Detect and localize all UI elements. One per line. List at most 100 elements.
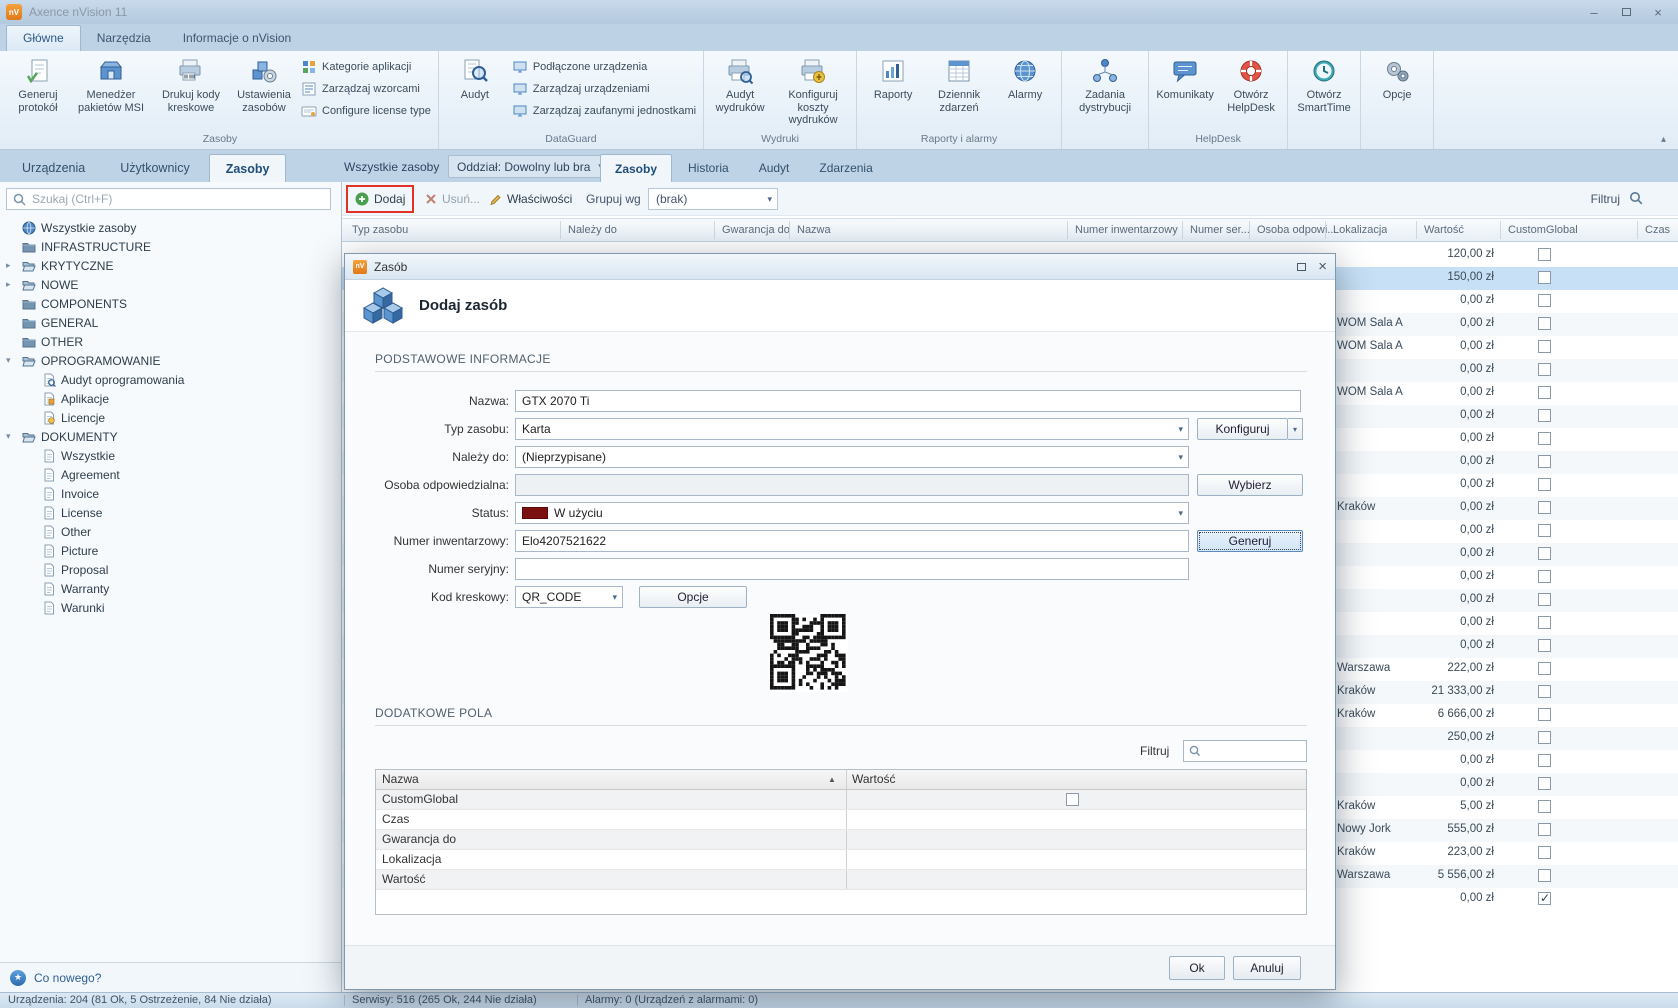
custom-global-value-checkbox[interactable] bbox=[1066, 793, 1079, 806]
custom-global-checkbox[interactable] bbox=[1538, 639, 1551, 652]
custom-global-checkbox[interactable] bbox=[1538, 317, 1551, 330]
custom-global-checkbox[interactable] bbox=[1538, 386, 1551, 399]
column-divider[interactable] bbox=[1637, 221, 1638, 239]
ribbon-button-zadania-dystrybucji[interactable]: Zadania dystrybucji bbox=[1065, 53, 1145, 118]
ribbon-button-generuj-protokol[interactable]: Generuj protokół bbox=[5, 53, 71, 118]
custom-global-checkbox[interactable] bbox=[1538, 777, 1551, 790]
column-divider[interactable] bbox=[789, 221, 790, 239]
column-header-wartosc[interactable]: Wartość bbox=[1424, 224, 1464, 236]
ribbon-button-otworz-smarttime[interactable]: Otwórz SmartTime bbox=[1291, 53, 1357, 118]
wybierz-button[interactable]: Wybierz bbox=[1197, 474, 1303, 496]
all-assets-button[interactable]: Wszystkie zasoby bbox=[334, 156, 449, 178]
branch-filter-dropdown[interactable]: Oddział: Dowolny lub bra ▾ bbox=[448, 155, 612, 178]
custom-global-checkbox[interactable] bbox=[1538, 271, 1551, 284]
sidebar-item-components[interactable]: COMPONENTS bbox=[0, 294, 341, 313]
ribbon-button-menedzer-pakietow-msi[interactable]: Menedżer pakietów MSI bbox=[71, 53, 151, 118]
search-input[interactable] bbox=[32, 192, 324, 206]
ribbon-button-podlaczone-urzadzenia[interactable]: Podłączone urządzenia bbox=[512, 58, 696, 76]
custom-global-checkbox[interactable] bbox=[1538, 432, 1551, 445]
column-header-wartosc[interactable]: Wartość bbox=[852, 772, 896, 786]
ribbon-button-zarzadzaj-urzadzeniami[interactable]: Zarządzaj urządzeniami bbox=[512, 80, 696, 98]
ribbon-tab-narzedzia[interactable]: Narzędzia bbox=[81, 26, 167, 51]
ribbon-button-audyt-wydrukow[interactable]: Audyt wydruków bbox=[707, 53, 773, 118]
sidebar-item-audyt-oprogramowania[interactable]: Audyt oprogramowania bbox=[0, 370, 341, 389]
custom-global-checkbox[interactable] bbox=[1538, 616, 1551, 629]
field-row-customglobal[interactable]: CustomGlobal bbox=[376, 790, 1306, 810]
sidebar-item-picture[interactable]: Picture bbox=[0, 541, 341, 560]
expander-icon[interactable]: ▸ bbox=[6, 260, 16, 271]
ok-button[interactable]: Ok bbox=[1169, 956, 1225, 980]
ribbon-button-configure-license-type[interactable]: Configure license type bbox=[301, 102, 431, 120]
konfiguruj-button[interactable]: Konfiguruj bbox=[1197, 418, 1288, 440]
typ-zasobu-combo[interactable]: Karta bbox=[515, 418, 1189, 440]
whats-new-link[interactable]: ★ Co nowego? bbox=[0, 962, 341, 992]
sidebar-item-warunki[interactable]: Warunki bbox=[0, 598, 341, 617]
dialog-filter-input-wrap[interactable] bbox=[1183, 740, 1307, 762]
subtab-zdarzenia[interactable]: Zdarzenia bbox=[805, 154, 886, 182]
ribbon-button-zarzadzaj-wzorcami[interactable]: Zarządzaj wzorcami bbox=[301, 80, 431, 98]
ribbon-collapse-icon[interactable]: ▴ bbox=[1661, 134, 1666, 1005]
split-dropdown-icon[interactable]: ▾ bbox=[1288, 418, 1303, 440]
column-header-numer-inwentarzowy[interactable]: Numer inwentarzowy bbox=[1075, 224, 1178, 236]
sidebar-item-infrastructure[interactable]: INFRASTRUCTURE bbox=[0, 237, 341, 256]
field-row-lokalizacja[interactable]: Lokalizacja bbox=[376, 850, 1306, 870]
column-divider[interactable] bbox=[714, 221, 715, 239]
custom-global-checkbox[interactable] bbox=[1538, 731, 1551, 744]
minimize-button[interactable]: – bbox=[1580, 2, 1608, 22]
dialog-filter-input[interactable] bbox=[1206, 744, 1301, 758]
column-divider[interactable] bbox=[1249, 221, 1250, 239]
subtab-zasoby[interactable]: Zasoby bbox=[600, 154, 672, 182]
column-header-nazwa[interactable]: Nazwa bbox=[797, 224, 831, 236]
custom-global-checkbox[interactable] bbox=[1538, 294, 1551, 307]
ribbon-button-drukuj-kody-kreskowe[interactable]: Drukuj kody kreskowe bbox=[151, 53, 231, 118]
sidebar-item-licencje[interactable]: Licencje bbox=[0, 408, 341, 427]
column-header-czas[interactable]: Czas bbox=[1645, 224, 1670, 236]
ribbon-button-ustawienia-zasobow[interactable]: Ustawienia zasobów bbox=[231, 53, 297, 118]
expander-icon[interactable]: ▸ bbox=[6, 279, 16, 290]
column-header-customglobal[interactable]: CustomGlobal bbox=[1508, 224, 1578, 236]
sidebar-item-proposal[interactable]: Proposal bbox=[0, 560, 341, 579]
ribbon-button-raporty[interactable]: Raporty bbox=[860, 53, 926, 106]
ribbon-button-alarmy[interactable]: Alarmy bbox=[992, 53, 1058, 106]
custom-global-checkbox[interactable] bbox=[1538, 570, 1551, 583]
field-row-wartosc[interactable]: Wartość bbox=[376, 870, 1306, 890]
column-header-nalezy-do[interactable]: Należy do bbox=[568, 224, 617, 236]
custom-global-checkbox[interactable] bbox=[1538, 754, 1551, 767]
custom-global-checkbox[interactable] bbox=[1538, 708, 1551, 721]
sidebar-item-aplikacje[interactable]: Aplikacje bbox=[0, 389, 341, 408]
custom-global-checkbox[interactable] bbox=[1538, 662, 1551, 675]
sidebar-item-other[interactable]: Other bbox=[0, 522, 341, 541]
numer-seryjny-input[interactable] bbox=[515, 558, 1189, 580]
dialog-close-button[interactable]: × bbox=[1318, 259, 1327, 274]
ribbon-button-otworz-helpdesk[interactable]: Otwórz HelpDesk bbox=[1218, 53, 1284, 118]
custom-global-checkbox[interactable] bbox=[1538, 685, 1551, 698]
sidebar-item-dokumenty[interactable]: ▾DOKUMENTY bbox=[0, 427, 341, 446]
custom-global-checkbox[interactable] bbox=[1538, 892, 1551, 905]
sidebar-item-general[interactable]: GENERAL bbox=[0, 313, 341, 332]
column-header-nazwa[interactable]: Nazwa bbox=[382, 772, 419, 786]
nalezy-do-combo[interactable]: (Nieprzypisane) bbox=[515, 446, 1189, 468]
sidebar-item-warranty[interactable]: Warranty bbox=[0, 579, 341, 598]
sidebar-item-invoice[interactable]: Invoice bbox=[0, 484, 341, 503]
custom-global-checkbox[interactable] bbox=[1538, 478, 1551, 491]
ribbon-button-dziennik-zdarzen[interactable]: Dziennik zdarzeń bbox=[926, 53, 992, 118]
add-button[interactable]: Dodaj bbox=[348, 187, 412, 211]
dialog-titlebar[interactable]: nV Zasób × bbox=[345, 254, 1335, 280]
custom-global-checkbox[interactable] bbox=[1538, 409, 1551, 422]
additional-fields-header[interactable]: Nazwa ▲ Wartość bbox=[376, 770, 1306, 790]
table-header[interactable]: Typ zasobuNależy doGwarancja doNazwaNume… bbox=[342, 218, 1678, 242]
ribbon-button-zarzadzaj-zaufanymi-jednostkami[interactable]: Zarządzaj zaufanymi jednostkami bbox=[512, 102, 696, 120]
maximize-button[interactable] bbox=[1612, 2, 1640, 22]
column-divider[interactable] bbox=[1182, 221, 1183, 239]
column-header-typ-zasobu[interactable]: Typ zasobu bbox=[352, 224, 408, 236]
custom-global-checkbox[interactable] bbox=[1538, 501, 1551, 514]
sidebar-item-nowe[interactable]: ▸NOWE bbox=[0, 275, 341, 294]
custom-global-checkbox[interactable] bbox=[1538, 340, 1551, 353]
field-row-gwarancja-do[interactable]: Gwarancja do bbox=[376, 830, 1306, 850]
tab-uzytkownicy[interactable]: Użytkownicy bbox=[104, 154, 205, 182]
tab-urzadzenia[interactable]: Urządzenia bbox=[6, 154, 101, 182]
column-divider[interactable] bbox=[1325, 221, 1326, 239]
tab-zasoby[interactable]: Zasoby bbox=[209, 154, 287, 182]
ribbon-button-konfiguruj-koszty-wydrukow[interactable]: Konfiguruj koszty wydruków bbox=[773, 53, 853, 131]
sidebar-item-agreement[interactable]: Agreement bbox=[0, 465, 341, 484]
